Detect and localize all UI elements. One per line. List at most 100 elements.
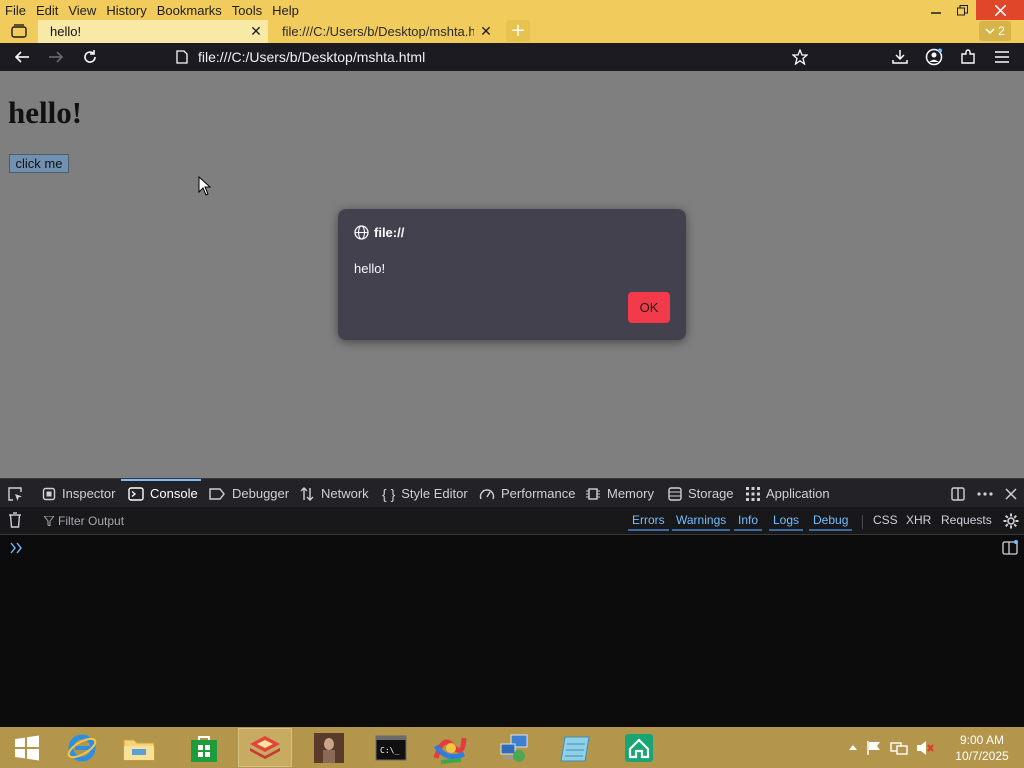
inspector-icon (42, 487, 56, 500)
debugger-icon (209, 487, 225, 500)
forward-button[interactable] (44, 45, 68, 69)
taskbar-store[interactable] (177, 728, 231, 767)
page-icon (176, 50, 188, 64)
filter-debug-button[interactable]: Debug (809, 513, 853, 531)
back-button[interactable] (10, 45, 34, 69)
menu-file[interactable]: File (0, 0, 31, 20)
menu-help[interactable]: Help (267, 0, 304, 20)
account-button[interactable] (922, 45, 946, 69)
devtools-tab-label: Console (150, 486, 198, 501)
devtools-tab-style-editor[interactable]: { } Style Editor (382, 479, 468, 508)
menu-view[interactable]: View (63, 0, 101, 20)
alert-dialog: file:// hello! OK (338, 209, 686, 340)
window-close-button[interactable] (976, 0, 1024, 20)
taskbar-notepad[interactable] (548, 728, 602, 767)
restore-button[interactable] (946, 0, 978, 20)
clear-console-button[interactable] (8, 512, 22, 531)
list-all-tabs-button[interactable]: 2 (979, 21, 1011, 41)
element-picker-button[interactable] (7, 479, 23, 508)
taskbar-file-explorer[interactable] (112, 728, 166, 767)
devtools-tab-label: Storage (688, 486, 734, 501)
plus-icon: + (510, 20, 526, 41)
tab-mshta[interactable]: file:///C:/Users/b/Desktop/mshta.ht ✕ (270, 20, 498, 43)
app-menu-button[interactable] (990, 45, 1014, 69)
editor-mode-button[interactable] (1002, 540, 1018, 559)
layered-app-icon (250, 735, 280, 759)
console-filter-bar: Filter Output Errors Warnings Info Logs … (0, 507, 1024, 535)
devtools-more-button[interactable] (973, 479, 997, 508)
taskbar-photo-app[interactable] (302, 728, 356, 767)
dock-options-button[interactable] (946, 479, 970, 508)
taskbar-command-prompt[interactable]: C:\_ (364, 728, 418, 767)
taskbar-home-app[interactable] (612, 728, 666, 767)
tray-expand-icon[interactable] (848, 744, 858, 751)
dock-side-icon (951, 486, 965, 501)
clock-date: 10/7/2025 (955, 749, 1009, 763)
tab-close-icon[interactable]: ✕ (244, 23, 268, 40)
command-prompt-icon: C:\_ (375, 735, 407, 760)
close-icon (994, 4, 1006, 16)
devtools-tab-network[interactable]: Network (299, 479, 369, 508)
devtools-tab-memory[interactable]: Memory (585, 479, 654, 508)
filter-output-input[interactable]: Filter Output (44, 512, 444, 530)
clock-time: 9:00 AM (959, 733, 1005, 747)
devtools-tab-console[interactable]: Console (128, 479, 198, 508)
extensions-button[interactable] (956, 45, 980, 69)
action-center-flag-icon[interactable] (866, 740, 882, 756)
menu-tools[interactable]: Tools (227, 0, 267, 20)
filter-requests-button[interactable]: Requests (941, 513, 992, 531)
menu-bookmarks[interactable]: Bookmarks (152, 0, 227, 20)
navigation-toolbar: file:///C:/Users/b/Desktop/mshta.html (0, 43, 1024, 71)
devtools-tab-application[interactable]: Application (746, 479, 830, 508)
click-me-button[interactable]: click me (9, 154, 69, 173)
grid-icon (746, 486, 760, 501)
filter-info-button[interactable]: Info (734, 513, 763, 531)
tab-label: file:///C:/Users/b/Desktop/mshta.ht (282, 24, 474, 39)
menu-history[interactable]: History (101, 0, 151, 20)
filter-xhr-button[interactable]: XHR (906, 513, 931, 531)
menu-edit[interactable]: Edit (31, 0, 63, 20)
speaker-muted-icon[interactable] (916, 740, 934, 756)
taskbar-firefox-developer[interactable] (238, 728, 292, 767)
console-prompt-chevron-icon (10, 542, 22, 554)
store-bag-icon (191, 735, 217, 762)
taskbar-clock[interactable]: 9:00 AM 10/7/2025 (948, 732, 1016, 764)
globe-icon (354, 225, 369, 240)
download-icon (892, 50, 908, 64)
filter-funnel-icon (44, 516, 54, 526)
devtools-tab-label: Inspector (62, 486, 116, 501)
bookmark-star-button[interactable] (788, 45, 812, 69)
trash-icon (9, 512, 21, 528)
devtools-tab-storage[interactable]: Storage (668, 479, 734, 508)
console-settings-button[interactable] (1003, 513, 1019, 532)
gauge-icon (479, 488, 495, 499)
devtools-tab-inspector[interactable]: Inspector (42, 479, 115, 508)
tab-hello[interactable]: hello! ✕ (38, 20, 268, 43)
reload-icon (84, 50, 96, 63)
tab-close-icon[interactable]: ✕ (474, 23, 498, 40)
new-tab-button[interactable]: + (506, 20, 530, 42)
devtools-close-button[interactable] (999, 479, 1023, 508)
taskbar-colorful-app[interactable] (423, 728, 477, 767)
taskbar-internet-explorer[interactable] (55, 728, 109, 767)
devtools-tab-debugger[interactable]: Debugger (208, 479, 289, 508)
console-output[interactable] (0, 536, 1024, 727)
forward-arrow-icon (49, 51, 64, 63)
downloads-button[interactable] (888, 45, 912, 69)
restore-icon (956, 4, 968, 15)
filter-errors-button[interactable]: Errors (628, 513, 669, 531)
reload-button[interactable] (78, 45, 102, 69)
taskbar-network-app[interactable] (487, 728, 541, 767)
filter-warnings-button[interactable]: Warnings (672, 513, 731, 531)
filter-logs-button[interactable]: Logs (769, 513, 804, 531)
network-icon[interactable] (890, 740, 908, 756)
devtools-tab-performance[interactable]: Performance (479, 479, 575, 508)
svg-text:C:\_: C:\_ (380, 746, 399, 755)
dialog-ok-button[interactable]: OK (628, 292, 670, 323)
console-icon (128, 486, 144, 501)
filter-css-button[interactable]: CSS (873, 513, 898, 531)
url-bar[interactable]: file:///C:/Users/b/Desktop/mshta.html (176, 45, 816, 69)
start-button[interactable] (0, 728, 54, 767)
firefox-view-button[interactable] (6, 20, 32, 42)
devtools-tab-label: Application (766, 486, 830, 501)
